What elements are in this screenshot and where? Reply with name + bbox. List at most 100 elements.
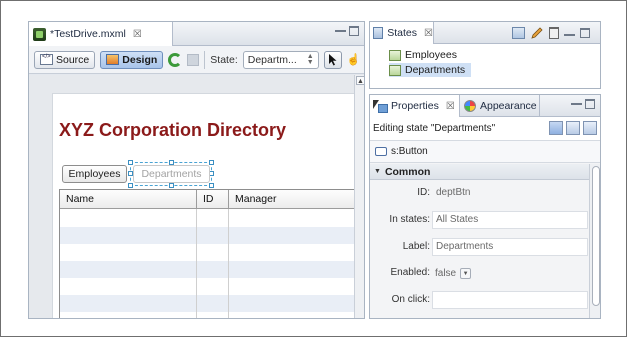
design-view-icon (106, 54, 120, 65)
dropdown-arrow-icon[interactable]: ▼ (460, 267, 472, 279)
resize-handle[interactable] (128, 183, 133, 188)
editor-tab[interactable]: *TestDrive.mxml ☒ (29, 22, 173, 46)
grid-row[interactable] (60, 227, 354, 244)
in-states-field[interactable]: All States (432, 211, 588, 229)
grid-header: Name ID Manager (60, 190, 354, 209)
editor-toolbar: Source Design State: Departm... ▲▼ ☝ (29, 46, 364, 74)
edit-pencil-icon[interactable] (530, 26, 544, 40)
grid-row[interactable] (60, 244, 354, 261)
minimize-icon[interactable] (564, 30, 575, 36)
new-state-icon[interactable] (512, 27, 525, 39)
appearance-tab-title: Appearance (480, 100, 537, 112)
prop-row-in-states: In states: All States (370, 208, 590, 233)
scroll-thumb[interactable] (592, 166, 600, 306)
editor-window-controls (335, 26, 359, 36)
state-select-value: Departm... (247, 53, 297, 66)
toolbar-separator (204, 50, 206, 69)
select-tool-button[interactable] (323, 50, 342, 69)
state-glyph-icon (389, 64, 401, 76)
collapse-triangle-icon[interactable]: ▼ (374, 168, 381, 175)
close-tab-icon[interactable]: ☒ (133, 29, 142, 40)
component-line: s:Button (370, 141, 600, 163)
states-toolbar (512, 26, 590, 40)
alphabetical-view-icon[interactable] (583, 121, 597, 135)
enabled-value: false (435, 267, 457, 279)
grid-row[interactable] (60, 261, 354, 278)
properties-window-controls (571, 99, 595, 109)
canvas-vertical-scrollbar[interactable]: ▲ (354, 75, 364, 318)
prop-label-in-states: In states: (389, 214, 430, 225)
maximize-icon[interactable] (349, 26, 359, 36)
design-canvas: XYZ Corporation Directory Employees Depa… (29, 75, 362, 318)
close-tab-icon[interactable]: ☒ (446, 101, 455, 112)
data-grid[interactable]: Name ID Manager (59, 189, 355, 318)
column-header-name[interactable]: Name (60, 190, 197, 209)
properties-tab[interactable]: Properties ☒ (370, 95, 460, 117)
section-title: Common (384, 165, 431, 178)
disabled-toolbar-icon (187, 53, 200, 66)
column-header-id[interactable]: ID (197, 190, 229, 209)
screenshot-frame: *TestDrive.mxml ☒ Source Design State: (0, 0, 627, 337)
resize-handle[interactable] (209, 183, 214, 188)
on-click-field[interactable] (432, 291, 588, 309)
state-glyph-icon (389, 49, 401, 61)
close-tab-icon[interactable]: ☒ (424, 28, 433, 39)
refresh-icon[interactable] (168, 52, 183, 67)
category-view-icon[interactable] (566, 121, 580, 135)
resize-handle[interactable] (209, 160, 214, 165)
resize-handle[interactable] (169, 183, 174, 188)
prop-row-id: ID: deptBtn (370, 181, 590, 206)
enabled-select[interactable]: false ▼ (432, 265, 474, 281)
states-tab-title: States (387, 27, 418, 39)
resize-handle[interactable] (128, 160, 133, 165)
maximize-icon[interactable] (585, 99, 595, 109)
prop-label-on-click: On click: (391, 294, 430, 305)
editor-tab-title: *TestDrive.mxml (50, 28, 126, 40)
column-divider (228, 190, 229, 318)
pointer-arrow-icon (328, 53, 337, 65)
design-mode-label: Design (122, 53, 158, 66)
appearance-tab[interactable]: Appearance (460, 95, 540, 117)
grid-row[interactable] (60, 295, 354, 312)
grid-row[interactable] (60, 278, 354, 295)
prop-row-on-click: On click: (370, 288, 590, 313)
properties-panel: Properties ☒ Appearance Editing state "D… (369, 94, 601, 319)
source-mode-button[interactable]: Source (34, 50, 96, 69)
states-panel: States ☒ Employees Departments (369, 21, 601, 89)
departments-button[interactable]: Departments (133, 165, 210, 183)
prop-label-enabled: Enabled: (390, 267, 430, 278)
editor-tab-strip: *TestDrive.mxml ☒ (29, 22, 364, 46)
state-item-label: Employees (405, 49, 457, 61)
minimize-icon[interactable] (571, 99, 582, 105)
properties-scrollbar[interactable] (589, 164, 600, 318)
standard-view-icon[interactable] (549, 121, 563, 135)
component-name: s:Button (391, 146, 428, 157)
employees-button[interactable]: Employees (62, 165, 127, 183)
view-mode-buttons (549, 121, 597, 135)
updown-arrows-icon: ▲ ▼ (306, 52, 314, 66)
scroll-up-icon[interactable]: ▲ (356, 76, 364, 85)
state-item-employees[interactable]: Employees (389, 48, 463, 62)
properties-icon (373, 100, 388, 113)
prop-label-label: Label: (402, 241, 430, 252)
state-label: State: (210, 53, 238, 66)
properties-tab-title: Properties (391, 100, 439, 112)
design-mode-button[interactable]: Design (100, 50, 164, 69)
id-field[interactable]: deptBtn (432, 184, 588, 202)
state-item-departments[interactable]: Departments (389, 63, 472, 77)
delete-trash-icon[interactable] (549, 27, 559, 39)
states-tab[interactable]: States ☒ (370, 22, 434, 44)
editing-state-text: Editing state "Departments" (373, 123, 496, 134)
state-item-label: Departments (405, 64, 466, 76)
minimize-icon[interactable] (335, 26, 346, 32)
state-select[interactable]: Departm... ▲ ▼ (242, 50, 319, 69)
hand-tool-icon[interactable]: ☝ (347, 51, 361, 69)
common-section-header[interactable]: ▼ Common (370, 164, 600, 180)
source-code-icon (40, 54, 53, 65)
column-header-manager[interactable]: Manager (229, 190, 356, 209)
mxml-editor-pane: *TestDrive.mxml ☒ Source Design State: (28, 21, 365, 319)
label-field[interactable]: Departments (432, 238, 588, 256)
prop-row-enabled: Enabled: false ▼ (370, 261, 590, 286)
maximize-icon[interactable] (580, 28, 590, 38)
appearance-icon (464, 100, 476, 112)
